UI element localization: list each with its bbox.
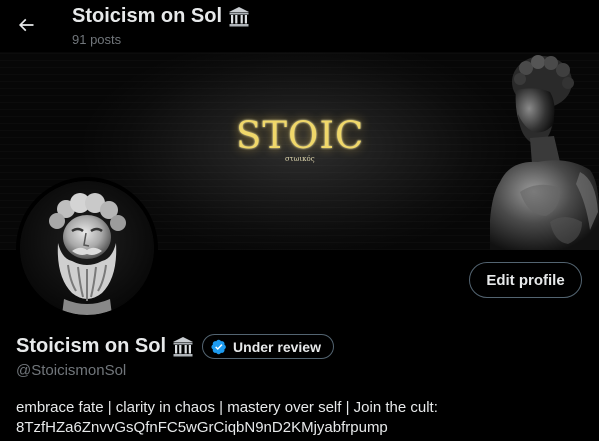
bio-line: 8TzfHZa6ZnvvGsQfnFC5wGrCiqbN9nD2KMjyabfr… <box>16 419 388 436</box>
arrow-left-icon <box>18 18 34 32</box>
profile-bio: embrace fate | clarity in chaos | master… <box>16 398 586 438</box>
badge-label: Under review <box>233 338 321 355</box>
banner-logo-subtext: στωικός <box>285 155 315 163</box>
verification-status-badge[interactable]: Under review <box>202 334 334 359</box>
profile-handle: @StoicismonSol <box>16 362 127 379</box>
bearded-philosopher-illustration <box>20 181 154 315</box>
display-name: Stoicism on Sol <box>16 335 167 357</box>
bio-line: embrace fate | clarity in chaos | master… <box>16 399 438 416</box>
profile-header: Stoicism on Sol 91 posts <box>0 0 599 52</box>
verified-badge-icon <box>211 339 226 354</box>
classical-building-icon <box>229 6 250 26</box>
classical-building-icon <box>173 336 194 356</box>
profile-avatar[interactable] <box>16 177 158 319</box>
header-title-row: Stoicism on Sol <box>72 5 250 28</box>
posts-count: 91 posts <box>72 32 122 47</box>
header-title: Stoicism on Sol <box>72 5 223 27</box>
back-button[interactable] <box>8 7 44 43</box>
profile-name-row: Stoicism on Sol Under review <box>16 334 334 359</box>
edit-profile-button[interactable]: Edit profile <box>469 262 582 298</box>
statue-illustration <box>490 55 599 250</box>
banner-logo-text: STOIC <box>236 114 365 157</box>
